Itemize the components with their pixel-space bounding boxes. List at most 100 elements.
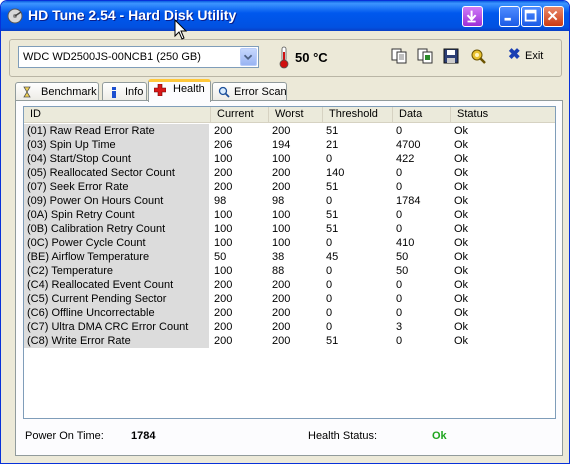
table-cell: 140 [326,167,345,179]
table-cell: 200 [272,125,291,137]
table-cell: 0 [326,237,333,249]
table-cell: 98 [214,195,227,207]
mouse-cursor-icon [174,19,188,40]
table-cell: 200 [272,293,291,305]
tab-error-scan[interactable]: Error Scan [212,82,287,101]
table-cell: 200 [214,125,233,137]
table-cell: 200 [214,321,233,333]
column-header-threshold[interactable]: Threshold [323,107,393,123]
table-cell: (0B) Calibration Retry Count [24,222,209,236]
table-cell: 200 [214,307,233,319]
dropdown-button[interactable] [240,48,257,66]
table-cell: 100 [214,265,233,277]
table-row[interactable]: (C7) Ultra DMA CRC Error Count 200 200 0 3 Ok [24,320,555,334]
table-cell: 51 [326,125,339,137]
table-cell: 88 [272,265,285,277]
table-cell: (07) Seek Error Rate [24,180,209,194]
tab-strip: Benchmark Info Health Error Scan [15,79,565,102]
info-icon [112,87,116,98]
table-cell: 98 [272,195,285,207]
table-row[interactable]: (0B) Calibration Retry Count 100 100 51 0 Ok [24,222,555,236]
table-cell: 0 [396,307,403,319]
exit-label: Exit [525,50,544,62]
options-icon[interactable] [469,47,487,65]
tab-benchmark[interactable]: Benchmark [15,82,99,101]
table-row[interactable]: (09) Power On Hours Count 98 98 0 1784 Ok [24,194,555,208]
benchmark-icon [23,86,31,98]
table-row[interactable]: (03) Spin Up Time 206 194 21 4700 Ok [24,138,555,152]
table-cell: Ok [454,237,469,249]
table-cell: 206 [214,139,233,151]
table-cell: (03) Spin Up Time [24,138,209,152]
column-header-status[interactable]: Status [451,107,555,123]
minimize-button[interactable] [499,6,520,27]
table-row[interactable]: (05) Reallocated Sector Count 200 200 140 0 O… [24,166,555,180]
table-row[interactable]: (C2) Temperature 100 88 0 50 Ok [24,264,555,278]
table-cell: (0A) Spin Retry Count [24,208,209,222]
table-cell: 200 [214,279,233,291]
table-cell: Ok [454,125,469,137]
table-cell: 0 [326,195,333,207]
title-bar[interactable]: HD Tune 2.54 - Hard Disk Utility [1,1,569,31]
table-cell: 200 [272,279,291,291]
table-row[interactable]: (C4) Reallocated Event Count 200 200 0 0 Ok [24,278,555,292]
table-cell: 422 [396,153,415,165]
table-cell: 200 [272,307,291,319]
table-cell: 410 [396,237,415,249]
column-header-current[interactable]: Current [211,107,269,123]
table-row[interactable]: (01) Raw Read Error Rate 200 200 51 0 Ok [24,124,555,138]
power-on-label: Power On Time: [25,430,104,442]
maximize-button[interactable] [521,6,542,27]
table-row[interactable]: (C6) Offline Uncorrectable 200 200 0 0 Ok [24,306,555,320]
column-header-id[interactable]: ID [24,107,211,123]
table-cell: 0 [396,167,403,179]
table-cell: (05) Reallocated Sector Count [24,166,209,180]
tab-info[interactable]: Info [102,82,147,101]
power-on-value: 1784 [131,430,156,442]
column-header-worst[interactable]: Worst [269,107,323,123]
copy-all-icon[interactable] [416,47,434,65]
copy-icon[interactable] [390,47,408,65]
table-row[interactable]: (BE) Airflow Temperature 50 38 45 50 Ok [24,250,555,264]
table-cell: 0 [396,209,403,221]
table-cell: 200 [214,293,233,305]
save-icon[interactable] [442,47,460,65]
table-cell: Ok [454,251,469,263]
table-cell: 200 [214,181,233,193]
table-cell: 51 [326,209,339,221]
table-cell: Ok [454,153,469,165]
close-button[interactable] [543,6,564,27]
table-cell: (04) Start/Stop Count [24,152,209,166]
download-button[interactable] [462,6,483,27]
table-cell: (09) Power On Hours Count [24,194,209,208]
table-cell: (01) Raw Read Error Rate [24,124,209,138]
table-cell: Ok [454,223,469,235]
magnifier-icon [218,86,230,98]
table-row[interactable]: (C8) Write Error Rate 200 200 51 0 Ok [24,334,555,348]
thermometer-icon [279,46,289,69]
table-cell: 0 [396,125,403,137]
table-cell: (C6) Offline Uncorrectable [24,306,209,320]
column-header-data[interactable]: Data [393,107,451,123]
table-row[interactable]: (04) Start/Stop Count 100 100 0 422 Ok [24,152,555,166]
table-row[interactable]: (07) Seek Error Rate 200 200 51 0 Ok [24,180,555,194]
table-cell: 100 [272,237,291,249]
table-cell: 100 [214,223,233,235]
table-cell: (C4) Reallocated Event Count [24,278,209,292]
table-row[interactable]: (C5) Current Pending Sector 200 200 0 0 Ok [24,292,555,306]
table-row[interactable]: (0A) Spin Retry Count 100 100 51 0 Ok [24,208,555,222]
table-cell: Ok [454,321,469,333]
table-cell: (C2) Temperature [24,264,209,278]
tab-health[interactable]: Health [148,79,211,102]
exit-button[interactable]: ✖ Exit [506,46,548,65]
smart-table[interactable]: ID Current Worst Threshold Data Status (… [23,106,556,419]
table-cell: 100 [214,209,233,221]
table-cell: 200 [214,167,233,179]
table-cell: 100 [214,237,233,249]
drive-select[interactable]: WDC WD2500JS-00NCB1 (250 GB) [18,46,259,68]
window-title: HD Tune 2.54 - Hard Disk Utility [28,7,237,23]
table-cell: Ok [454,181,469,193]
table-row[interactable]: (0C) Power Cycle Count 100 100 0 410 Ok [24,236,555,250]
temperature-value: 50 °C [295,50,328,65]
exit-icon: ✖ [508,46,521,63]
